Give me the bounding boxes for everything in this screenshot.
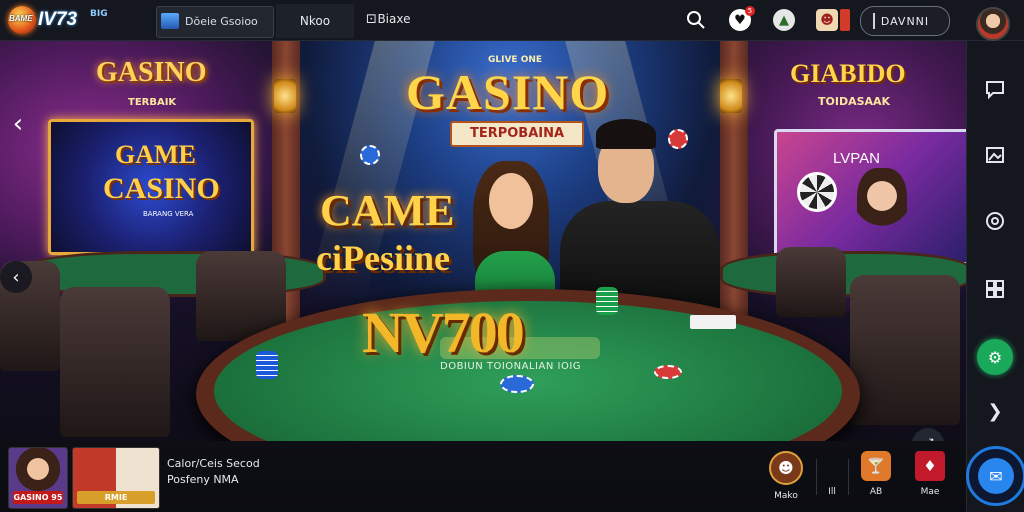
sign-right-sub: TOIDASAAK [818,95,891,108]
chair [60,287,170,437]
tab-label: Nkoo [299,14,331,28]
sign-left-sub: TERBAIK [128,97,177,108]
game-thumb-label: GASINO 95 [13,491,63,504]
now-playing-title: Calor/Ceis Secod [167,457,260,470]
wheel-icon[interactable] [981,207,1009,235]
sign-center-title: GASINO [406,64,610,120]
bottom-item-ill[interactable]: Ill [812,451,852,507]
screen-right-label: LVPAN [833,150,880,167]
hero-tagline: DOBIUN TOIONALIAN IOIG [440,361,582,372]
flying-chip [360,145,380,165]
hero-headline-3: NV700 [362,300,525,365]
back-arrow-icon[interactable]: ‹ [8,109,28,139]
cocktail-icon: 🍸 [861,451,891,481]
user-avatar[interactable] [976,7,1010,41]
tab-nkoo[interactable]: Nkoo [276,4,354,38]
compass-icon[interactable]: ▲ [773,9,795,31]
sign-right-title: GIABIDO [790,59,906,88]
chip-stack [596,287,618,315]
site-logo[interactable]: BAME IV73 BIG [8,6,108,34]
logo-suffix: BIG [90,9,108,19]
card-icon: ♦ [915,451,945,481]
dealer-male [560,119,720,321]
bottom-item-mako[interactable]: ☻ Mako [766,451,806,507]
screen-left-line2: CASINO [103,172,220,205]
bottom-item-ab[interactable]: 🍸 AB [856,451,896,507]
bottom-item-label: Mako [774,491,798,501]
logo-ball-icon: BAME [8,6,36,34]
chair [776,247,846,317]
top-bar: BAME IV73 BIG Dŏeie Gsoioo Nkoo ⚀Biaxe ♥… [0,0,1024,41]
logo-brand: IV73 [38,9,78,30]
tab-game-lobby[interactable]: Dŏeie Gsoioo [156,6,274,38]
player-avatar-icon: ☻ [769,451,803,485]
screen-left-line3: BARANG VERA [143,210,194,218]
grid-icon[interactable] [981,275,1009,303]
table-chip [654,365,682,379]
wall-lamp [274,79,296,113]
bottom-item-label: Ill [828,487,836,497]
screen-right: LVPAN [774,129,966,265]
search-icon[interactable] [685,9,707,31]
live-chat-button[interactable]: ✉ [966,446,1024,506]
notification-badge: 5 [745,6,755,16]
chat-icon: ✉ [978,458,1014,494]
support-icon[interactable]: ⚙ [977,339,1013,375]
tab-biaxe[interactable]: ⚀Biaxe [366,12,410,26]
image-icon[interactable] [981,141,1009,169]
hero-banner[interactable]: GASINO TERBAIK GAME CASINO BARANG VERA G… [0,41,966,441]
bottom-item-label: AB [869,487,883,497]
mascot-icon[interactable]: ☻ [816,9,838,31]
game-thumb-label: RMIE [77,491,155,504]
roulette-wheel-icon [797,172,837,212]
login-button[interactable]: DAVNNI [860,6,950,36]
now-playing-sub: Posfeny NMA [167,473,239,486]
login-label: DAVNNI [880,14,930,28]
divider [848,459,849,495]
bottom-bar: GASINO 95 RMIE Calor/Ceis Secod Posfeny … [0,441,966,512]
forward-icon[interactable]: ❯ [981,397,1009,425]
screen-left-line1: GAME [115,140,196,169]
tab-label: Biaxe [377,12,411,26]
sign-left-title: GASINO [96,57,207,88]
tab-label: Dŏeie Gsoioo [185,15,258,28]
playing-card [690,315,736,329]
sign-left: GASINO TERBAIK [96,49,216,129]
notifications-icon[interactable]: ♥ 5 [729,6,755,31]
right-sidebar: ⚙ ❯ [966,41,1024,512]
bottom-item-mae[interactable]: ♦ Mae [910,451,950,507]
sign-right: GIABIDO TOIDASAAK [790,53,940,133]
chat-bubble-icon[interactable] [981,75,1009,103]
game-thumb-1[interactable]: GASINO 95 [8,447,68,509]
presenter-image [857,168,907,238]
game-thumbnail-icon [161,13,179,29]
prev-slide-button[interactable]: ‹ [0,261,32,293]
expand-icon[interactable]: ⤢ [912,428,944,441]
gift-icon[interactable] [840,9,850,31]
chip-stack [256,351,278,379]
dice-icon: ⚀ [366,12,377,26]
bottom-item-label: Mae [920,487,940,497]
flying-chip [668,129,688,149]
screen-left: GAME CASINO BARANG VERA [48,119,254,255]
hero-headline-1: CAME [320,186,455,235]
table-chip [500,375,534,393]
wall-lamp [720,79,742,113]
hero-headline-2: ciPesiine [316,238,450,278]
chair [850,275,960,425]
game-thumb-2[interactable]: RMIE [72,447,160,509]
